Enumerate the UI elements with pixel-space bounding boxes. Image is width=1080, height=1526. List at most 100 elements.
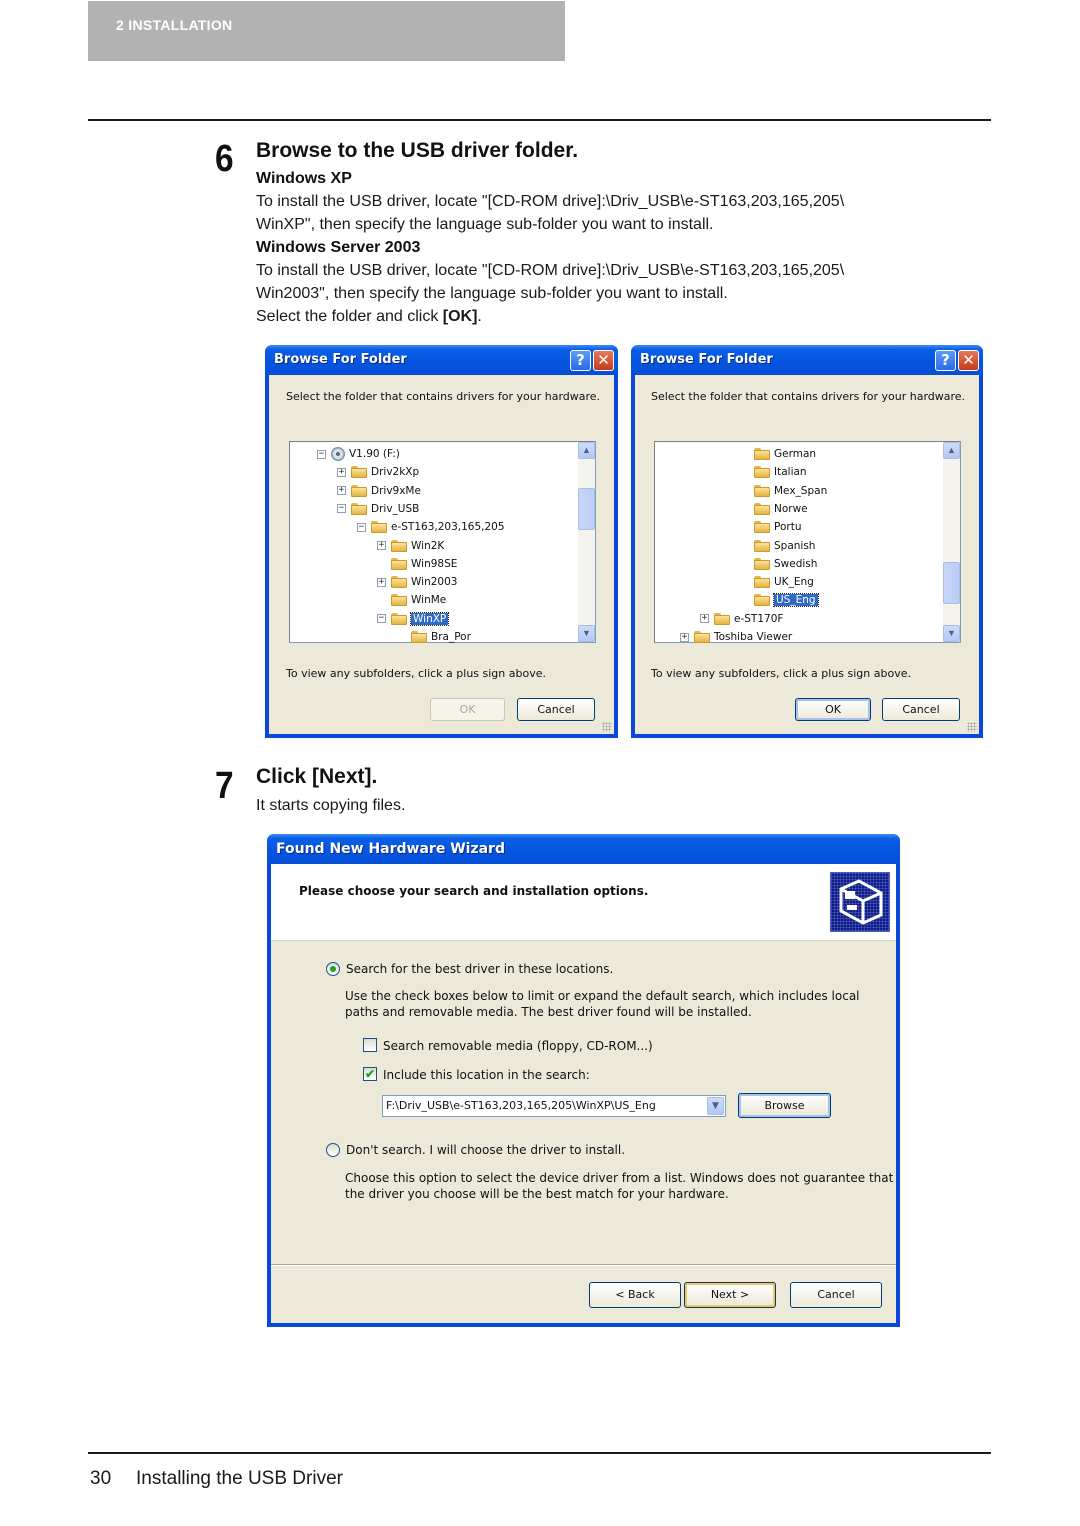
dont-search-label[interactable]: Don't search. I will choose the driver t… [346, 1143, 625, 1157]
scroll-down-icon[interactable]: ▼ [578, 625, 595, 642]
scroll-thumb[interactable] [943, 562, 960, 604]
search-removable-media-checkbox[interactable] [363, 1038, 377, 1052]
subfolder-hint: To view any subfolders, click a plus sig… [286, 667, 546, 680]
tree-item-label: US_Eng [773, 593, 819, 608]
cancel-button[interactable]: Cancel [517, 698, 595, 721]
step-7-title: Click [Next]. [256, 765, 378, 788]
wizard-header-text: Please choose your search and installati… [299, 884, 649, 898]
folder-icon [754, 448, 770, 460]
browse-button[interactable]: Browse [738, 1093, 831, 1118]
tree-item-label: WinXP [409, 611, 450, 626]
tree-item[interactable]: Win98SE [377, 555, 457, 573]
collapse-icon[interactable]: − [337, 504, 346, 514]
wizard-body: Please choose your search and installati… [271, 864, 896, 1323]
cancel-button[interactable]: Cancel [882, 698, 960, 721]
tree-item[interactable]: Spanish [740, 537, 815, 555]
ok-button[interactable]: OK [430, 698, 505, 721]
dialog-body: Select the folder that contains drivers … [635, 375, 979, 734]
tree-item[interactable]: Swedish [740, 555, 817, 573]
tree-item[interactable]: − V1.90 (F:) [317, 445, 400, 463]
windows-xp-heading: Windows XP [256, 170, 352, 187]
tree-scrollbar[interactable]: ▲ ▼ [578, 442, 595, 642]
expand-icon[interactable]: + [377, 577, 386, 587]
tree-item[interactable]: + Win2003 [377, 573, 457, 591]
close-icon[interactable]: ✕ [593, 350, 614, 371]
collapse-icon[interactable]: − [317, 449, 326, 459]
back-button[interactable]: < Back [589, 1282, 681, 1308]
tree-item[interactable]: + Driv2kXp [337, 463, 419, 481]
location-combo[interactable]: F:\Driv_USB\e-ST163,203,165,205\WinXP\US… [382, 1095, 726, 1117]
tree-item[interactable]: + e-ST170F [700, 610, 783, 628]
next-button[interactable]: Next > [684, 1282, 776, 1308]
wizard-header: Please choose your search and installati… [271, 864, 896, 941]
help-icon[interactable]: ? [935, 350, 956, 371]
include-location-label[interactable]: Include this location in the search: [383, 1068, 590, 1082]
search-best-driver-radio[interactable] [326, 962, 340, 976]
folder-tree[interactable]: German Italian Mex_Span Norwe Portu Spanish Sw… [654, 441, 961, 643]
tree-item[interactable]: − e-ST163,203,165,205 [357, 518, 505, 536]
collapse-icon[interactable]: − [357, 522, 366, 532]
cancel-button[interactable]: Cancel [790, 1282, 882, 1308]
resize-grip-icon[interactable] [967, 722, 977, 732]
tree-item[interactable]: + Win2K [377, 537, 444, 555]
close-icon[interactable]: ✕ [958, 350, 979, 371]
folder-icon [754, 466, 770, 479]
tree-item[interactable]: WinMe [377, 591, 446, 609]
tree-item[interactable]: − WinXP [377, 610, 450, 628]
xp-line-1: To install the USB driver, locate "[CD-R… [256, 193, 845, 210]
footer-section-title: Installing the USB Driver [136, 1468, 343, 1489]
tree-item[interactable]: − Driv_USB [337, 500, 419, 518]
include-location-checkbox[interactable]: ✔ [363, 1067, 377, 1081]
windows-xp-instructions: To install the USB driver, locate "[CD-R… [256, 190, 956, 236]
tree-item-label: Win2003 [411, 576, 458, 589]
browse-for-folder-dialog-server: Browse For Folder ? ✕ Select the folder … [631, 345, 983, 738]
folder-tree[interactable]: − V1.90 (F:) + Driv2kXp + Driv9xMe − Driv_USB − e… [289, 441, 596, 643]
tree-item[interactable]: Portu [740, 518, 801, 536]
tree-item-label: Mex_Span [774, 484, 828, 497]
expand-icon[interactable]: + [377, 541, 386, 550]
scroll-up-icon[interactable]: ▲ [943, 442, 960, 459]
tree-item[interactable]: UK_Eng [740, 573, 814, 591]
server-line-1: To install the USB driver, locate "[CD-R… [256, 262, 845, 279]
tree-item[interactable]: + Toshiba Viewer [680, 628, 792, 646]
dont-search-desc-line-1: Choose this option to select the device … [345, 1171, 894, 1185]
tree-item-label: WinMe [411, 594, 447, 607]
search-best-driver-label[interactable]: Search for the best driver in these loca… [346, 962, 613, 976]
resize-grip-icon[interactable] [602, 722, 612, 732]
tree-item[interactable]: German [740, 445, 816, 463]
dialog-prompt: Select the folder that contains drivers … [286, 390, 601, 403]
scroll-thumb[interactable] [578, 488, 595, 530]
tree-item-label: Driv_USB [371, 502, 420, 515]
folder-icon [754, 521, 770, 534]
help-icon[interactable]: ? [570, 350, 591, 371]
expand-icon[interactable]: + [337, 467, 346, 477]
scroll-down-icon[interactable]: ▼ [943, 625, 960, 642]
top-rule [88, 119, 991, 121]
tree-item-label: Swedish [774, 557, 818, 570]
bottom-rule [88, 1452, 991, 1454]
title-bar: Browse For Folder ? ✕ [265, 345, 618, 375]
ok-button[interactable]: OK [795, 698, 871, 721]
tree-item[interactable]: Italian [740, 463, 807, 481]
dont-search-radio[interactable] [326, 1143, 340, 1157]
expand-icon[interactable]: + [337, 486, 346, 496]
tree-item[interactable]: Bra_Por [397, 628, 471, 646]
tree-item-label: Win2K [411, 539, 445, 552]
collapse-icon[interactable]: − [377, 614, 386, 624]
folder-icon [351, 502, 367, 515]
tree-item[interactable]: Mex_Span [740, 482, 827, 500]
chevron-down-icon[interactable]: ▼ [707, 1097, 724, 1115]
tree-item[interactable]: Norwe [740, 500, 808, 518]
dialog-body: Select the folder that contains drivers … [269, 375, 614, 734]
search-removable-media-label[interactable]: Search removable media (floppy, CD-ROM..… [383, 1039, 653, 1053]
tree-item[interactable]: US_Eng [740, 591, 819, 609]
expand-icon[interactable]: + [680, 632, 689, 642]
tree-scrollbar[interactable]: ▲ ▼ [943, 442, 960, 642]
folder-icon [754, 484, 770, 497]
folder-icon [351, 484, 367, 497]
tree-item-label: Bra_Por [431, 631, 471, 643]
scroll-up-icon[interactable]: ▲ [578, 442, 595, 459]
tree-item[interactable]: + Driv9xMe [337, 482, 421, 500]
expand-icon[interactable]: + [700, 614, 709, 624]
folder-icon [391, 576, 407, 589]
